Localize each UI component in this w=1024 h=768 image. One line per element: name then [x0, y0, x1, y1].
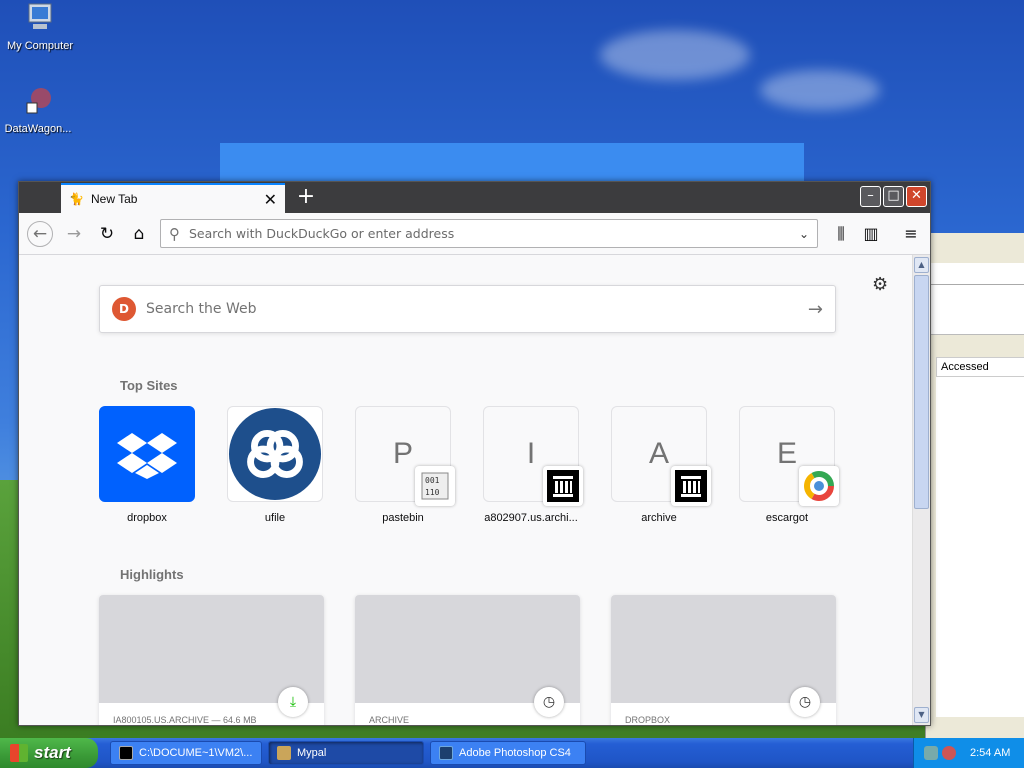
mypal-icon [277, 746, 291, 760]
internet-archive-icon [671, 466, 711, 506]
chevron-down-icon[interactable]: ⌄ [799, 227, 809, 241]
pastebin-favicon-icon: 001 110 [415, 466, 455, 506]
scrollbar-thumb[interactable] [914, 275, 929, 509]
home-button[interactable]: ⌂ [126, 221, 152, 247]
command-prompt-icon [119, 746, 133, 760]
tab-new-tab[interactable]: 🐈 New Tab ✕ [61, 183, 285, 213]
highlight-card[interactable]: DROPBOX ◷ [611, 595, 836, 725]
duckduckgo-icon: D [112, 297, 136, 321]
highlight-card[interactable]: ARCHIVE ◷ [355, 595, 580, 725]
top-site-label: archive [641, 512, 677, 524]
navigation-bar: ← → ↻ ⌂ ⚲ ⌄ ⫼ ▥ ≡ [19, 213, 930, 255]
menu-icon[interactable]: ≡ [899, 222, 923, 246]
top-site-label: a802907.us.archi... [484, 512, 578, 524]
network-icon[interactable] [924, 746, 938, 760]
desktop-icon-datawagon[interactable]: DataWagon... [0, 85, 78, 135]
desktop-icon-label: DataWagon... [4, 123, 72, 135]
column-header-accessed[interactable]: Accessed [936, 357, 1024, 377]
top-site-label: escargot [765, 512, 809, 524]
clock-icon[interactable]: ◷ [790, 687, 820, 717]
taskbar-item-mypal[interactable]: Mypal [268, 741, 424, 765]
url-bar[interactable]: ⚲ ⌄ [160, 219, 818, 248]
top-sites-title: Top Sites [120, 378, 178, 393]
background-window-panel [926, 285, 1024, 335]
search-submit-arrow-icon[interactable]: → [808, 299, 823, 320]
top-site-ufile[interactable]: ufile [227, 406, 323, 524]
taskbar-item-label: Adobe Photoshop CS4 [459, 747, 571, 759]
windows-flag-icon [10, 744, 28, 762]
top-site-label: pastebin [382, 512, 424, 524]
library-icon[interactable]: ⫼ [829, 222, 853, 246]
top-site-pastebin[interactable]: P 001 110 pastebin [355, 406, 455, 524]
start-button[interactable]: start [0, 738, 98, 768]
browser-window: 🐈 New Tab ✕ + – □ ✕ ← → ↻ ⌂ ⚲ ⌄ ⫼ ▥ ≡ ⚙ … [18, 181, 931, 726]
ufile-icon [227, 406, 323, 502]
safely-remove-icon[interactable] [942, 746, 956, 760]
system-tray: 2:54 AM [913, 738, 1024, 768]
web-search-input[interactable] [146, 301, 808, 317]
new-tab-page: ⚙ D → Top Sites dropbox [19, 255, 912, 725]
top-site-archive[interactable]: A archive [611, 406, 711, 524]
highlight-card[interactable]: IA800105.US.ARCHIVE — 64.6 MB ⤓ [99, 595, 324, 725]
svg-text:110: 110 [425, 488, 440, 497]
mypal-favicon-icon: 🐈 [69, 192, 84, 206]
start-label: start [34, 743, 71, 762]
title-bar: 🐈 New Tab ✕ + – □ ✕ [19, 182, 930, 213]
cloud [600, 30, 750, 80]
background-window-list [936, 377, 1024, 717]
top-site-label: dropbox [127, 512, 167, 524]
background-window-banner [220, 143, 804, 183]
top-site-label: ufile [264, 512, 286, 524]
forward-button[interactable]: → [61, 221, 87, 247]
url-input[interactable] [189, 226, 799, 241]
taskbar-item-label: Mypal [297, 747, 327, 759]
sidebar-icon[interactable]: ▥ [859, 222, 883, 246]
background-window-header [926, 263, 1024, 285]
maximize-button[interactable]: □ [883, 186, 904, 207]
taskbar-item-photoshop[interactable]: Adobe Photoshop CS4 [430, 741, 586, 765]
desktop-icon-label: My Computer [6, 40, 74, 52]
svg-text:001: 001 [425, 476, 440, 485]
top-site-a802907[interactable]: I a802907.us.archi... [483, 406, 583, 524]
top-site-dropbox[interactable]: dropbox [99, 406, 195, 524]
taskbar-item-cmd[interactable]: C:\DOCUME~1\VM2\... [110, 741, 262, 765]
taskbar: start C:\DOCUME~1\VM2\... Mypal Adobe Ph… [0, 738, 1024, 768]
computer-icon [28, 3, 52, 29]
background-window: Accessed [925, 233, 1024, 738]
search-icon: ⚲ [169, 224, 180, 243]
scroll-up-button[interactable]: ▲ [914, 257, 929, 273]
close-window-button[interactable]: ✕ [906, 186, 927, 207]
minimize-button[interactable]: – [860, 186, 881, 207]
internet-archive-icon [543, 466, 583, 506]
new-tab-button[interactable]: + [292, 185, 320, 211]
taskbar-item-label: C:\DOCUME~1\VM2\... [139, 747, 253, 759]
back-button[interactable]: ← [27, 221, 53, 247]
vertical-scrollbar[interactable]: ▲ ▼ [912, 255, 930, 725]
clock[interactable]: 2:54 AM [970, 747, 1010, 759]
scroll-down-button[interactable]: ▼ [914, 707, 929, 723]
clock-icon[interactable]: ◷ [534, 687, 564, 717]
tab-title: New Tab [91, 192, 138, 206]
top-site-escargot[interactable]: E escargot [739, 406, 839, 524]
web-search-box[interactable]: D → [99, 285, 836, 333]
highlights-title: Highlights [120, 567, 184, 582]
cloud [760, 70, 880, 110]
dropbox-icon [99, 406, 195, 502]
reload-button[interactable]: ↻ [94, 221, 120, 247]
photoshop-icon [439, 746, 453, 760]
datawagon-icon [26, 88, 51, 114]
tab-close-icon[interactable]: ✕ [264, 190, 277, 209]
escargot-favicon-icon [799, 466, 839, 506]
desktop-icon-my-computer[interactable]: My Computer [0, 2, 80, 52]
gear-icon[interactable]: ⚙ [872, 274, 888, 295]
download-icon[interactable]: ⤓ [278, 687, 308, 717]
